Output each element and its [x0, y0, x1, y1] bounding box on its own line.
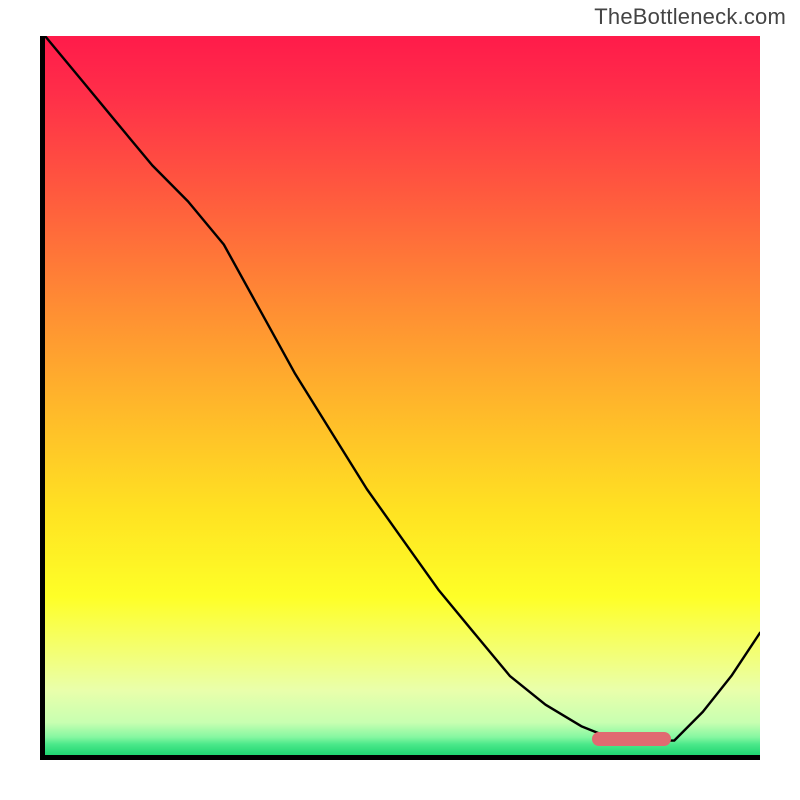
x-axis	[40, 755, 760, 760]
gradient-background	[45, 36, 760, 755]
y-axis	[40, 36, 45, 760]
optimal-marker	[592, 732, 671, 746]
chart-container: TheBottleneck.com	[0, 0, 800, 800]
watermark-label: TheBottleneck.com	[594, 4, 786, 30]
